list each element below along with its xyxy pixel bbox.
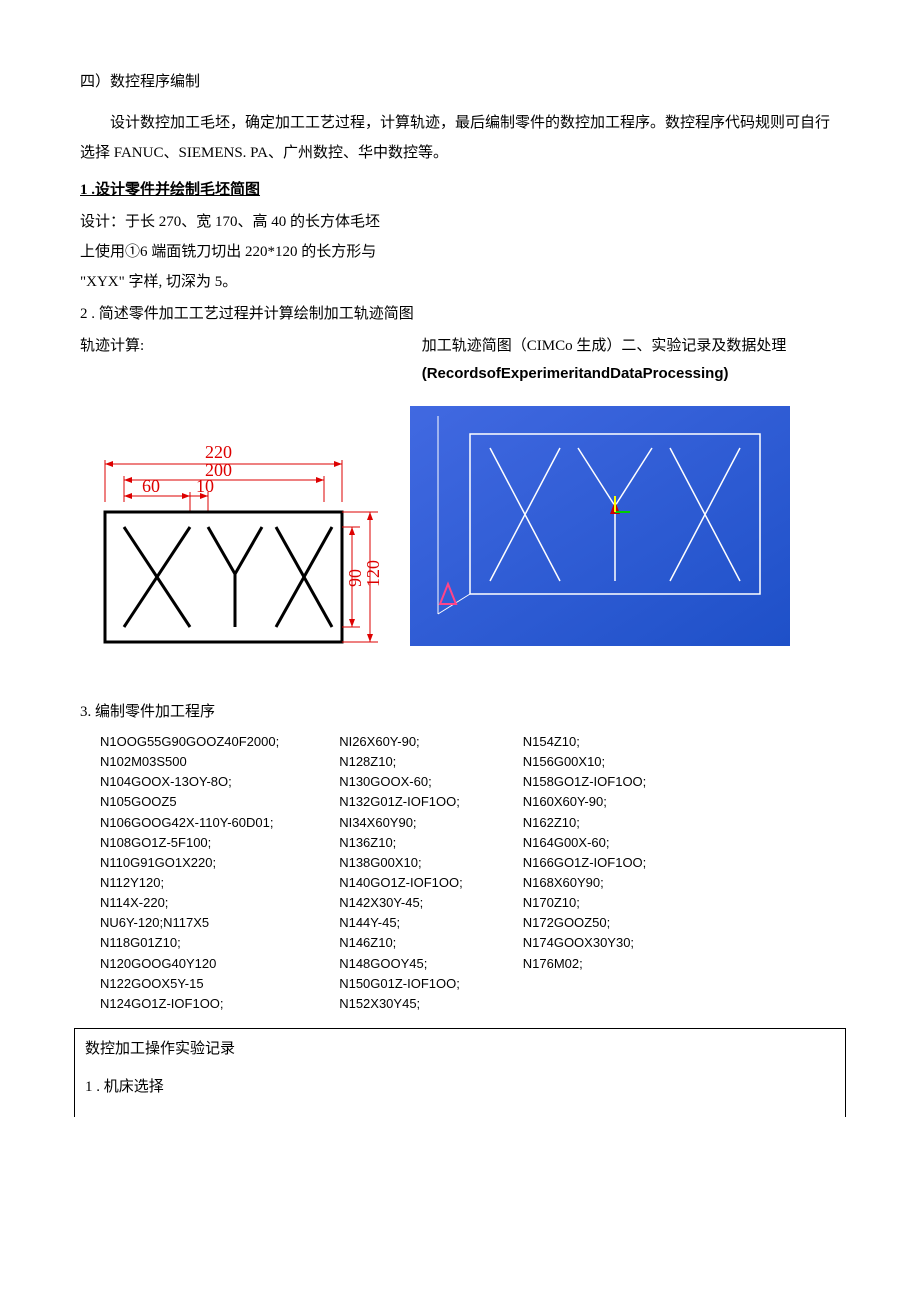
step2-title: . 简述零件加工工艺过程并计算绘制加工轨迹简图: [88, 306, 414, 322]
step3-heading: 3. 编制零件加工程序: [80, 700, 840, 724]
nc-code-col2: NI26X60Y-90;N128Z10;N130GOOX-60;N132G01Z…: [339, 732, 463, 1014]
nc-code-col3: N154Z10;N156G00X10;N158GO1Z-IOF1OO;N160X…: [523, 732, 647, 1014]
nc-code-line: N136Z10;: [339, 833, 463, 853]
section-heading: 四）数控程序编制: [80, 70, 840, 94]
nc-code-line: N124GO1Z-IOF1OO;: [100, 994, 279, 1014]
nc-code-line: N138G00X10;: [339, 853, 463, 873]
step2-labels-row: 轨迹计算: 加工轨迹简图（CIMCo 生成）二、实验记录及数据处理 (Recor…: [80, 334, 840, 392]
nc-code-line: N168X60Y90;: [523, 873, 647, 893]
step2-heading: 2 . 简述零件加工工艺过程并计算绘制加工轨迹简图: [80, 302, 840, 326]
experiment-record-box: 数控加工操作实验记录 1 . 机床选择: [74, 1028, 846, 1117]
step2-number: 2: [80, 306, 88, 322]
nc-code-line: N176M02;: [523, 954, 647, 974]
nc-code-line: N148GOOY45;: [339, 954, 463, 974]
nc-code-line: N170Z10;: [523, 893, 647, 913]
nc-code-line: N122GOOX5Y-15: [100, 974, 279, 994]
nc-code-line: N1OOG55G90GOOZ40F2000;: [100, 732, 279, 752]
nc-code-col1: N1OOG55G90GOOZ40F2000;N102M03S500N104GOO…: [100, 732, 279, 1014]
step1-line1: 设计：于长 270、宽 170、高 40 的长方体毛坯: [80, 210, 840, 234]
drawings-row: 220 200 60 10: [80, 402, 840, 682]
nc-code-line: NI34X60Y90;: [339, 813, 463, 833]
step3-number: 3.: [80, 704, 91, 720]
dim-10: 10: [196, 476, 214, 496]
nc-code-block: N1OOG55G90GOOZ40F2000;N102M03S500N104GOO…: [100, 732, 840, 1014]
cimco-caption-2: (RecordsofExperimeritandDataProcessing): [422, 362, 840, 386]
nc-code-line: N106GOOG42X-110Y-60D01;: [100, 813, 279, 833]
record-title: 数控加工操作实验记录: [85, 1037, 835, 1061]
step1-line3: "XYX" 字样, 切深为 5。: [80, 270, 840, 294]
nc-code-line: N108GO1Z-5F100;: [100, 833, 279, 853]
step1-line2: 上使用①6 端面铣刀切出 220*120 的长方形与: [80, 240, 840, 264]
nc-code-line: N160X60Y-90;: [523, 792, 647, 812]
nc-code-line: N172GOOZ50;: [523, 913, 647, 933]
nc-code-line: N142X30Y-45;: [339, 893, 463, 913]
intro-paragraph: 设计数控加工毛坯，确定加工工艺过程，计算轨迹，最后编制零件的数控加工程序。数控程…: [80, 108, 840, 168]
cimco-preview: [410, 406, 790, 646]
nc-code-line: N128Z10;: [339, 752, 463, 772]
nc-code-line: N144Y-45;: [339, 913, 463, 933]
dim-220: 220: [205, 442, 232, 462]
blank-sketch-drawing: 220 200 60 10: [80, 402, 390, 682]
step1-heading: 1 .设计零件并绘制毛坯简图: [80, 178, 840, 202]
record-item-1: 1 . 机床选择: [85, 1075, 835, 1099]
nc-code-line: NU6Y-120;N117X5: [100, 913, 279, 933]
nc-code-line: N112Y120;: [100, 873, 279, 893]
nc-code-line: N174GOOX30Y30;: [523, 933, 647, 953]
nc-code-line: N132G01Z-IOF1OO;: [339, 792, 463, 812]
nc-code-line: N104GOOX-13OY-8O;: [100, 772, 279, 792]
nc-code-line: N105GOOZ5: [100, 792, 279, 812]
nc-code-line: N120GOOG40Y120: [100, 954, 279, 974]
nc-code-line: N146Z10;: [339, 933, 463, 953]
traj-calc-label: 轨迹计算:: [80, 334, 402, 358]
cimco-caption-1: 加工轨迹简图（CIMCo 生成）二、实验记录及数据处理: [422, 334, 840, 358]
nc-code-line: N152X30Y45;: [339, 994, 463, 1014]
nc-code-line: N114X-220;: [100, 893, 279, 913]
nc-code-line: N162Z10;: [523, 813, 647, 833]
nc-code-line: N164G00X-60;: [523, 833, 647, 853]
record-item1-num: 1: [85, 1079, 93, 1095]
nc-code-line: N158GO1Z-IOF1OO;: [523, 772, 647, 792]
nc-code-line: N130GOOX-60;: [339, 772, 463, 792]
nc-code-line: N110G91GO1X220;: [100, 853, 279, 873]
nc-code-line: N154Z10;: [523, 732, 647, 752]
dim-120: 120: [363, 560, 383, 587]
dim-90: 90: [345, 569, 365, 587]
nc-code-line: N166GO1Z-IOF1OO;: [523, 853, 647, 873]
nc-code-line: N118G01Z10;: [100, 933, 279, 953]
nc-code-line: N102M03S500: [100, 752, 279, 772]
nc-code-line: NI26X60Y-90;: [339, 732, 463, 752]
step3-title: 编制零件加工程序: [91, 704, 215, 720]
step1-number: 1: [80, 182, 88, 198]
nc-code-line: N140GO1Z-IOF1OO;: [339, 873, 463, 893]
nc-code-line: N150G01Z-IOF1OO;: [339, 974, 463, 994]
step1-title: .设计零件并绘制毛坯简图: [88, 182, 261, 198]
dim-60: 60: [142, 476, 160, 496]
record-item1-text: . 机床选择: [93, 1079, 164, 1095]
nc-code-line: N156G00X10;: [523, 752, 647, 772]
